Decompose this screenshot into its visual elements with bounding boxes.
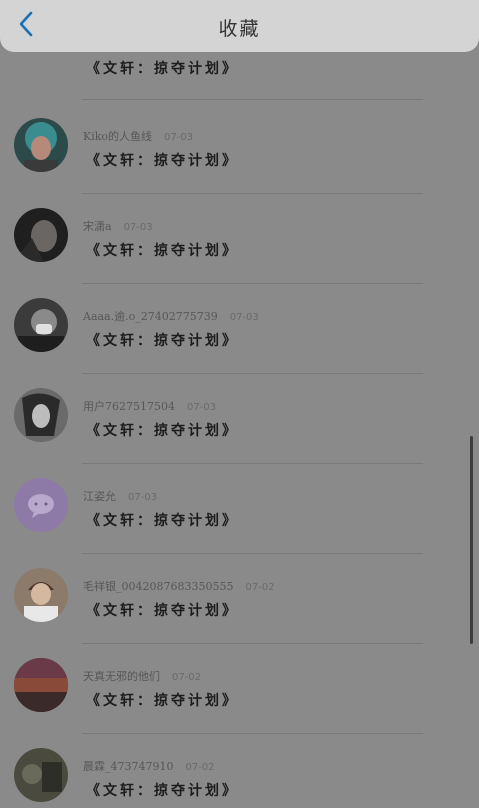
item-title[interactable]: 《文轩：掠夺计划》 <box>86 420 239 440</box>
item-date: 07-03 <box>128 492 158 503</box>
list-item[interactable]: 江姿允 07-03 《文轩：掠夺计划》 <box>0 464 479 554</box>
item-date: 07-03 <box>123 222 153 233</box>
item-meta: 宋潇a 07-03 <box>83 218 153 234</box>
header: 收藏 <box>0 0 479 52</box>
user-name[interactable]: 天真无邪的他们 <box>83 668 160 684</box>
item-date: 07-03 <box>164 132 194 143</box>
item-title[interactable]: 《文轩：掠夺计划》 <box>86 690 239 710</box>
divider <box>82 99 423 100</box>
avatar[interactable] <box>14 568 68 622</box>
user-name[interactable]: 晨霖_473747910 <box>83 758 174 774</box>
list-item[interactable]: 晨霖_473747910 07-02 《文轩：掠夺计划》 <box>0 734 479 808</box>
item-meta: 江姿允 07-03 <box>83 488 157 504</box>
scrollbar[interactable] <box>470 436 473 644</box>
user-name[interactable]: 宋潇a <box>83 218 112 234</box>
list-item[interactable]: 宋潇a 07-03 《文轩：掠夺计划》 <box>0 194 479 284</box>
list-item[interactable]: 毛祥银_0042087683350555 07-02 《文轩：掠夺计划》 <box>0 554 479 644</box>
list-item[interactable]: 用户7627517504 07-03 《文轩：掠夺计划》 <box>0 374 479 464</box>
item-title[interactable]: 《文轩：掠夺计划》 <box>86 330 239 350</box>
user-name[interactable]: 毛祥银_0042087683350555 <box>83 578 233 594</box>
avatar[interactable] <box>14 208 68 262</box>
item-meta: 毛祥银_0042087683350555 07-02 <box>83 578 275 594</box>
item-date: 07-02 <box>185 762 215 773</box>
user-name[interactable]: 江姿允 <box>83 488 116 504</box>
page-title: 收藏 <box>218 18 261 40</box>
avatar[interactable] <box>14 388 68 442</box>
item-date: 07-02 <box>172 672 202 683</box>
item-title[interactable]: 《文轩：掠夺计划》 <box>86 510 239 530</box>
list-item[interactable]: Aaaa.逾.o_27402775739 07-03 《文轩：掠夺计划》 <box>0 284 479 374</box>
avatar[interactable] <box>14 478 68 532</box>
avatar[interactable] <box>14 658 68 712</box>
user-name[interactable]: 用户7627517504 <box>83 398 175 414</box>
user-name[interactable]: Kiko的人鱼线 <box>83 128 152 144</box>
item-date: 07-02 <box>245 582 275 593</box>
avatar[interactable] <box>14 118 68 172</box>
item-title[interactable]: 《文轩：掠夺计划》 <box>86 58 239 78</box>
item-meta: 用户7627517504 07-03 <box>83 398 216 414</box>
collection-list: 《文轩：掠夺计划》 Kiko的人鱼线 07-03 《文轩：掠夺计划》 宋潇a 0… <box>0 0 479 808</box>
item-meta: 天真无邪的他们 07-02 <box>83 668 201 684</box>
item-title[interactable]: 《文轩：掠夺计划》 <box>86 150 239 170</box>
item-title[interactable]: 《文轩：掠夺计划》 <box>86 780 239 800</box>
item-date: 07-03 <box>187 402 217 413</box>
list-item[interactable]: 天真无邪的他们 07-02 《文轩：掠夺计划》 <box>0 644 479 734</box>
avatar[interactable] <box>14 748 68 802</box>
list-item[interactable]: Kiko的人鱼线 07-03 《文轩：掠夺计划》 <box>0 104 479 194</box>
item-date: 07-03 <box>229 312 259 323</box>
item-title[interactable]: 《文轩：掠夺计划》 <box>86 240 239 260</box>
item-title[interactable]: 《文轩：掠夺计划》 <box>86 600 239 620</box>
item-meta: Aaaa.逾.o_27402775739 07-03 <box>83 308 259 324</box>
avatar[interactable] <box>14 298 68 352</box>
item-meta: 晨霖_473747910 07-02 <box>83 758 215 774</box>
item-meta: Kiko的人鱼线 07-03 <box>83 128 193 144</box>
user-name[interactable]: Aaaa.逾.o_27402775739 <box>83 308 218 324</box>
